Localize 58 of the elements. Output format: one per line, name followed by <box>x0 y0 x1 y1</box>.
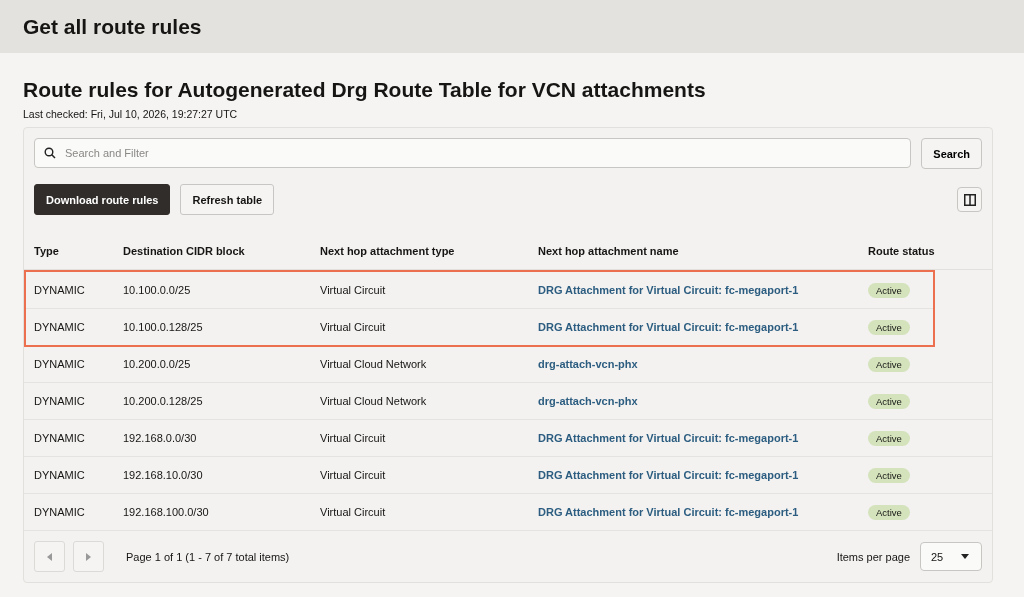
table-cell: Virtual Circuit <box>320 321 386 333</box>
column-header: Type <box>34 245 60 257</box>
attachment-link[interactable]: DRG Attachment for Virtual Circuit: fc-megaport-1 <box>538 432 799 444</box>
status-badge: Active <box>868 283 910 298</box>
table-cell: 10.200.0.0/25 <box>123 358 191 370</box>
table-cell: 192.168.10.0/30 <box>123 469 203 481</box>
status-badge: Active <box>868 431 910 446</box>
table-cell: DYNAMIC <box>34 432 85 444</box>
section-heading: Route rules for Autogenerated Drg Route Table for VCN attachments <box>23 78 707 102</box>
table-cell: DYNAMIC <box>34 395 85 407</box>
last-checked-text: Last checked: Fri, Jul 10, 2026, 19:27:27 UTC <box>23 108 239 120</box>
table-cell: DYNAMIC <box>34 506 85 518</box>
status-badge: Active <box>868 394 910 409</box>
table-cell: DYNAMIC <box>34 469 85 481</box>
attachment-link[interactable]: drg-attach-vcn-phx <box>538 395 638 407</box>
search-icon <box>44 147 56 159</box>
page-title: Get all route rules <box>23 14 202 39</box>
caret-down-icon <box>961 554 969 559</box>
status-badge: Active <box>868 468 910 483</box>
attachment-link[interactable]: DRG Attachment for Virtual Circuit: fc-megaport-1 <box>538 469 799 481</box>
table-cell: Virtual Circuit <box>320 506 386 518</box>
table-cell: Virtual Circuit <box>320 432 386 444</box>
table-cell: Virtual Cloud Network <box>320 358 427 370</box>
table-cell: DYNAMIC <box>34 321 85 333</box>
items-per-page-select[interactable]: 25 <box>920 542 982 571</box>
column-header: Destination CIDR block <box>123 245 246 257</box>
table-cell: DYNAMIC <box>34 284 85 296</box>
column-header: Route status <box>868 245 933 257</box>
status-badge: Active <box>868 505 910 520</box>
column-header: Next hop attachment type <box>320 245 456 257</box>
attachment-link[interactable]: DRG Attachment for Virtual Circuit: fc-megaport-1 <box>538 284 799 296</box>
search-field[interactable]: Search and Filter <box>34 138 912 168</box>
column-header: Next hop attachment name <box>538 245 680 257</box>
table-cell: Virtual Cloud Network <box>320 395 427 407</box>
table-cell: 192.168.100.0/30 <box>123 506 209 518</box>
status-badge: Active <box>868 320 910 335</box>
search-button[interactable]: Search <box>921 138 982 169</box>
attachment-link[interactable]: drg-attach-vcn-phx <box>538 358 638 370</box>
table-cell: 10.100.0.128/25 <box>123 321 203 333</box>
attachment-link[interactable]: DRG Attachment for Virtual Circuit: fc-megaport-1 <box>538 321 799 333</box>
table-cell: 192.168.0.0/30 <box>123 432 197 444</box>
table-cell: DYNAMIC <box>34 358 85 370</box>
table-cell: Virtual Circuit <box>320 469 386 481</box>
items-per-page-label: Items per page <box>836 550 910 563</box>
page-summary: Page 1 of 1 (1 - 7 of 7 total items) <box>126 550 290 563</box>
attachment-link[interactable]: DRG Attachment for Virtual Circuit: fc-megaport-1 <box>538 506 799 518</box>
columns-button[interactable] <box>957 187 982 212</box>
caret-right-icon <box>86 552 91 561</box>
refresh-button[interactable]: Refresh table <box>180 184 275 215</box>
previous-page-button[interactable] <box>34 541 65 572</box>
table-cell: 10.100.0.0/25 <box>123 284 191 296</box>
caret-left-icon <box>47 552 52 561</box>
table-cell: 10.200.0.128/25 <box>123 395 203 407</box>
next-page-button[interactable] <box>73 541 104 572</box>
download-button[interactable]: Download route rules <box>34 184 171 215</box>
columns-icon <box>963 193 976 206</box>
status-badge: Active <box>868 357 910 372</box>
table-cell: Virtual Circuit <box>320 284 386 296</box>
